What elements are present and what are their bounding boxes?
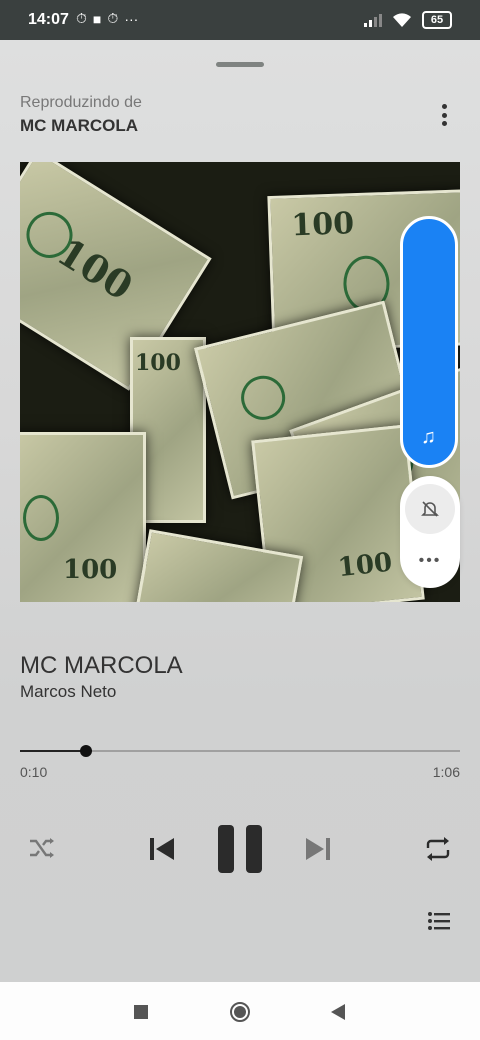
back-icon[interactable] (330, 1003, 346, 1021)
battery-indicator: 65 (422, 11, 452, 29)
recents-icon[interactable] (133, 1004, 149, 1020)
battery-level: 65 (430, 14, 444, 26)
status-bar: 14:07 ⏱ ■ ⏱ ··· 65 (0, 0, 480, 40)
queue-icon[interactable] (428, 912, 450, 930)
drag-handle[interactable] (216, 62, 264, 67)
song-artist[interactable]: Marcos Neto (20, 682, 116, 702)
total-time: 1:06 (432, 764, 460, 780)
now-playing-screen: Reproduzindo de MC MARCOLA 100 100 100 1… (0, 40, 480, 982)
system-navigation-bar (0, 982, 480, 1040)
mute-button[interactable] (405, 484, 455, 534)
playing-from-source[interactable]: MC MARCOLA (20, 116, 138, 136)
progress-bar[interactable] (20, 745, 460, 757)
more-vert-icon[interactable] (440, 104, 448, 126)
signal-icon (364, 14, 382, 27)
timer-icon: ⏱ (107, 10, 119, 26)
album-artwork: 100 100 100 100 100 (20, 162, 460, 602)
pause-icon[interactable] (216, 824, 264, 874)
artwork-bill: 100 (20, 432, 146, 602)
playing-from-label: Reproduzindo de (20, 94, 142, 111)
volume-more-button[interactable]: ••• (400, 552, 460, 570)
volume-panel: ♫ ••• (400, 216, 460, 596)
current-time: 0:10 (20, 764, 48, 780)
more-notifications-icon: ··· (124, 10, 139, 27)
video-icon: ■ (92, 10, 102, 27)
skip-previous-icon[interactable] (148, 836, 176, 862)
repeat-icon[interactable] (424, 836, 452, 862)
volume-slider[interactable]: ♫ (400, 216, 458, 468)
timer-icon: ⏱ (76, 10, 87, 26)
music-note-icon: ♫ (421, 426, 436, 448)
status-notification-icons: ⏱ ■ ⏱ ··· (76, 10, 138, 27)
status-time: 14:07 (28, 11, 69, 28)
progress-thumb[interactable] (80, 745, 92, 757)
bell-off-icon (421, 501, 439, 517)
home-icon[interactable] (229, 1001, 251, 1023)
progress-fill (20, 750, 86, 752)
skip-next-icon[interactable] (304, 836, 332, 862)
status-system-icons: 65 (364, 11, 452, 29)
song-title: MC MARCOLA (20, 652, 183, 679)
wifi-icon (393, 13, 411, 27)
shuffle-icon[interactable] (28, 836, 56, 860)
volume-options: ••• (400, 476, 460, 588)
